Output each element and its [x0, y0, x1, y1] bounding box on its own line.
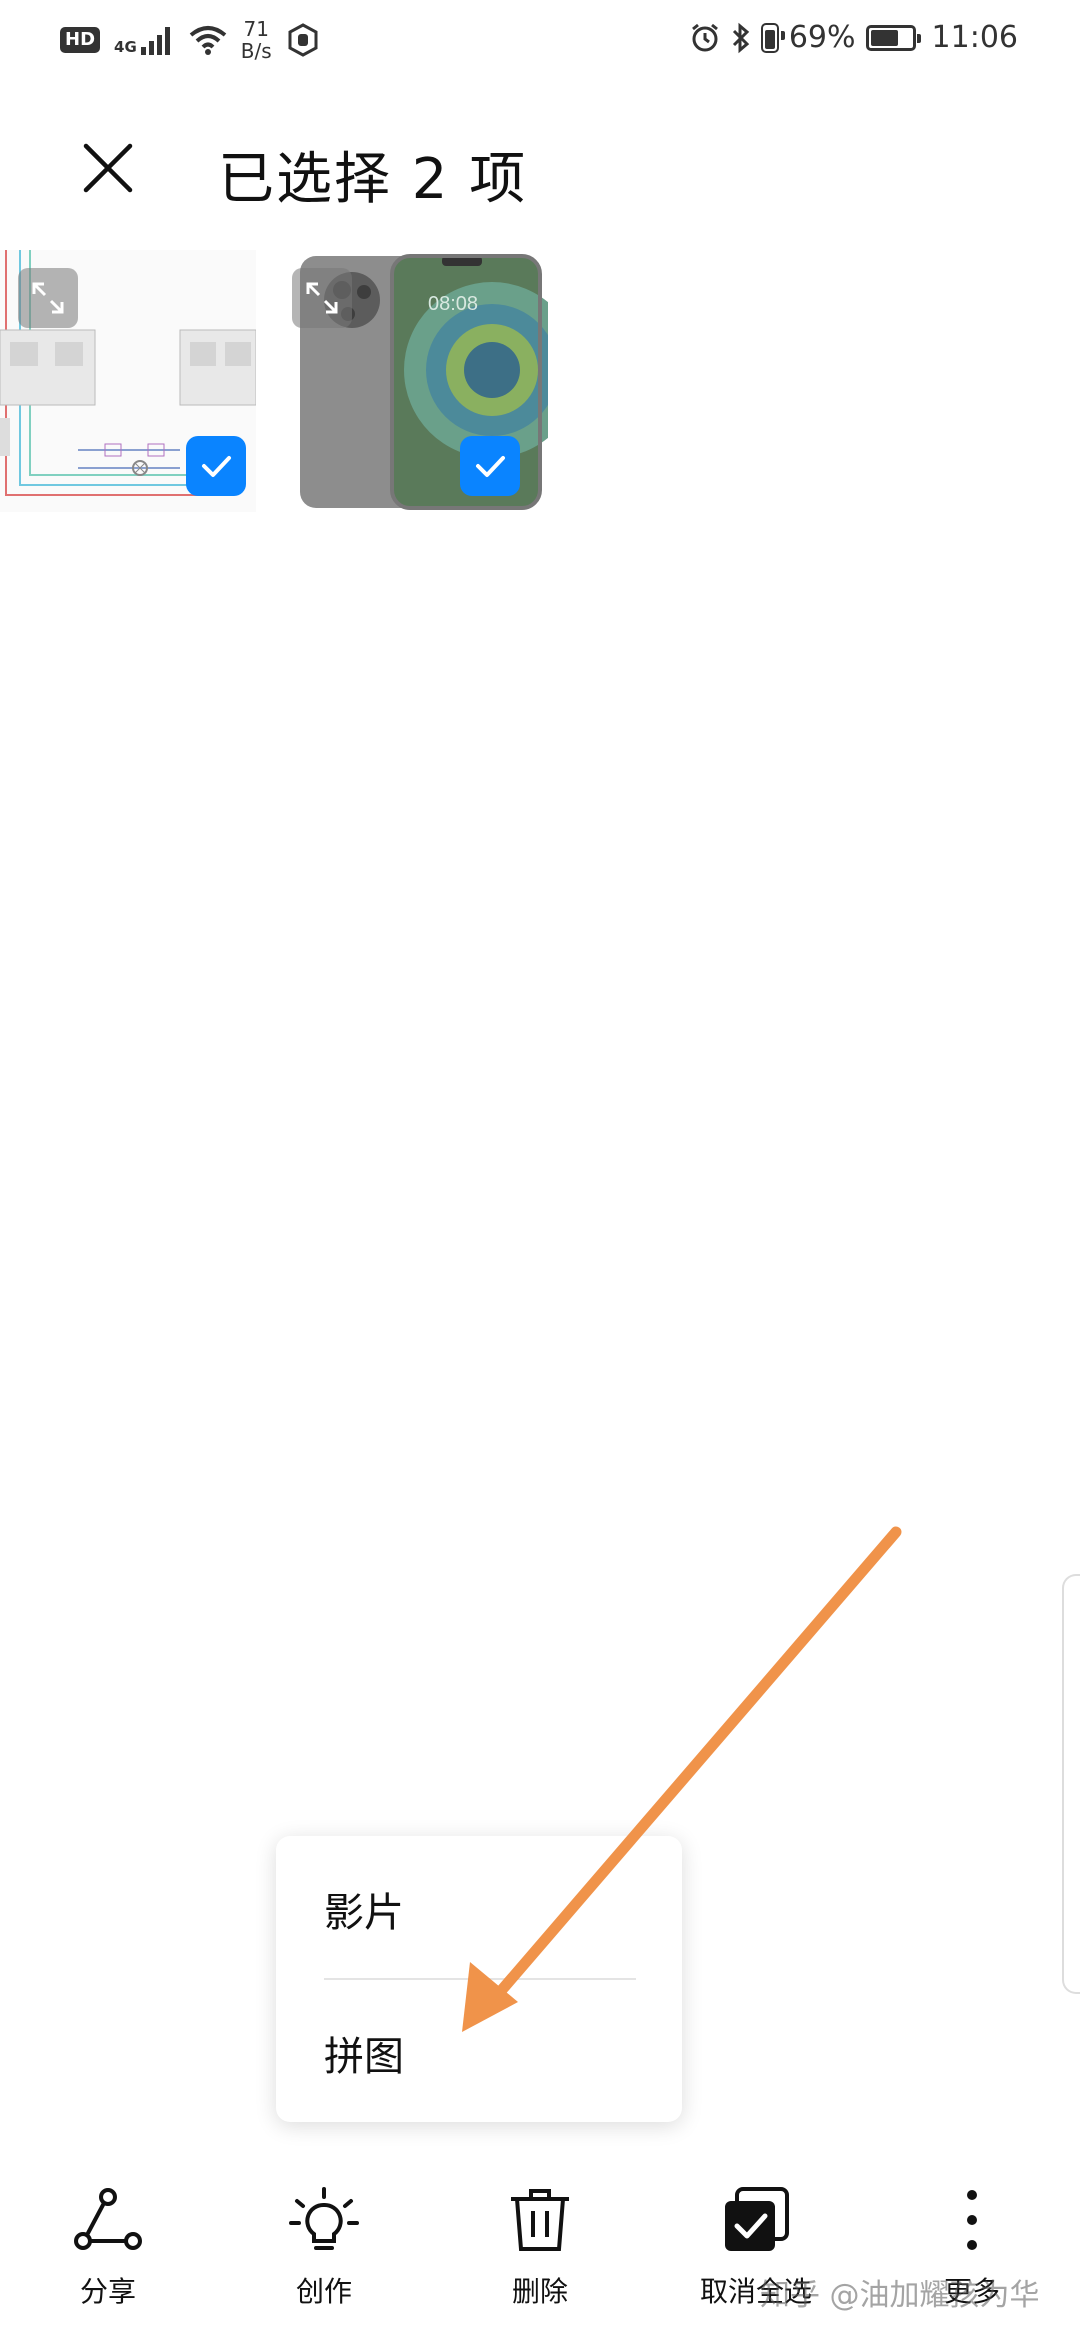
- status-left: HD 4G 71 B/s: [60, 18, 320, 62]
- network-speed: 71 B/s: [241, 18, 272, 62]
- status-right: 69% 11:06: [689, 20, 1018, 55]
- circuit-diagram-thumbnail[interactable]: [0, 250, 256, 512]
- deselect-all-icon: [725, 2187, 789, 2251]
- checkmark-icon: [476, 456, 505, 477]
- signal-bars-icon: [140, 27, 170, 55]
- speed-unit: B/s: [240, 39, 272, 63]
- create-button[interactable]: 创作: [244, 2180, 404, 2310]
- trash-icon: [511, 2189, 569, 2251]
- battery-percent: 69%: [788, 20, 856, 55]
- checkmark-icon: [202, 456, 231, 477]
- side-scroll-handle[interactable]: [1062, 1574, 1080, 1994]
- battery-bar-icon: [865, 24, 921, 51]
- create-popup-menu: 影片 拼图: [276, 1836, 682, 2122]
- alarm-icon: [691, 23, 718, 51]
- status-bar: HD 4G 71 B/s 69% 11:06: [0, 0, 1080, 84]
- selected-check-badge[interactable]: [186, 436, 246, 496]
- signal-indicator: 4G: [114, 25, 175, 55]
- delete-button[interactable]: 删除: [460, 2180, 620, 2310]
- selected-check-badge[interactable]: [460, 436, 520, 496]
- menu-item-collage[interactable]: 拼图: [324, 2024, 404, 2082]
- battery-level-fill: [870, 29, 899, 46]
- menu-divider: [324, 1978, 636, 1980]
- bluetooth-icon: [732, 22, 750, 53]
- phone-screen-time: 08:08: [428, 293, 478, 315]
- watermark-text: 知乎 @油加耀孩为华: [760, 2278, 1040, 2313]
- wifi-icon: [189, 26, 227, 55]
- close-icon[interactable]: [80, 140, 136, 196]
- delete-label: 删除: [511, 2275, 568, 2308]
- create-label: 创作: [295, 2275, 352, 2308]
- clock: 11:06: [931, 20, 1018, 55]
- speed-value: 71: [243, 17, 269, 41]
- share-label: 分享: [79, 2275, 136, 2308]
- bottom-toolbar: 分享 创作 删除 取消全选 更多: [0, 2180, 1080, 2340]
- share-button[interactable]: 分享: [28, 2180, 188, 2310]
- hand-shield-icon: [288, 23, 318, 57]
- menu-item-movie[interactable]: 影片: [324, 1880, 404, 1938]
- battery-icon: [760, 22, 785, 53]
- network-type: 4G: [114, 38, 137, 56]
- expand-preview-button[interactable]: [18, 268, 78, 328]
- page-title: 已选择 2 项: [218, 147, 528, 212]
- battery-small-fill: [764, 30, 775, 49]
- selection-header: 已选择 2 项: [0, 120, 1080, 220]
- more-vertical-icon: [967, 2190, 977, 2250]
- phone-photo-thumbnail[interactable]: 08:08: [292, 250, 548, 512]
- expand-preview-button[interactable]: [292, 268, 352, 328]
- bulb-icon: [289, 2187, 359, 2250]
- share-icon: [74, 2188, 142, 2250]
- expand-icon: [32, 282, 64, 314]
- hd-badge: HD: [60, 27, 101, 53]
- expand-icon: [306, 282, 338, 314]
